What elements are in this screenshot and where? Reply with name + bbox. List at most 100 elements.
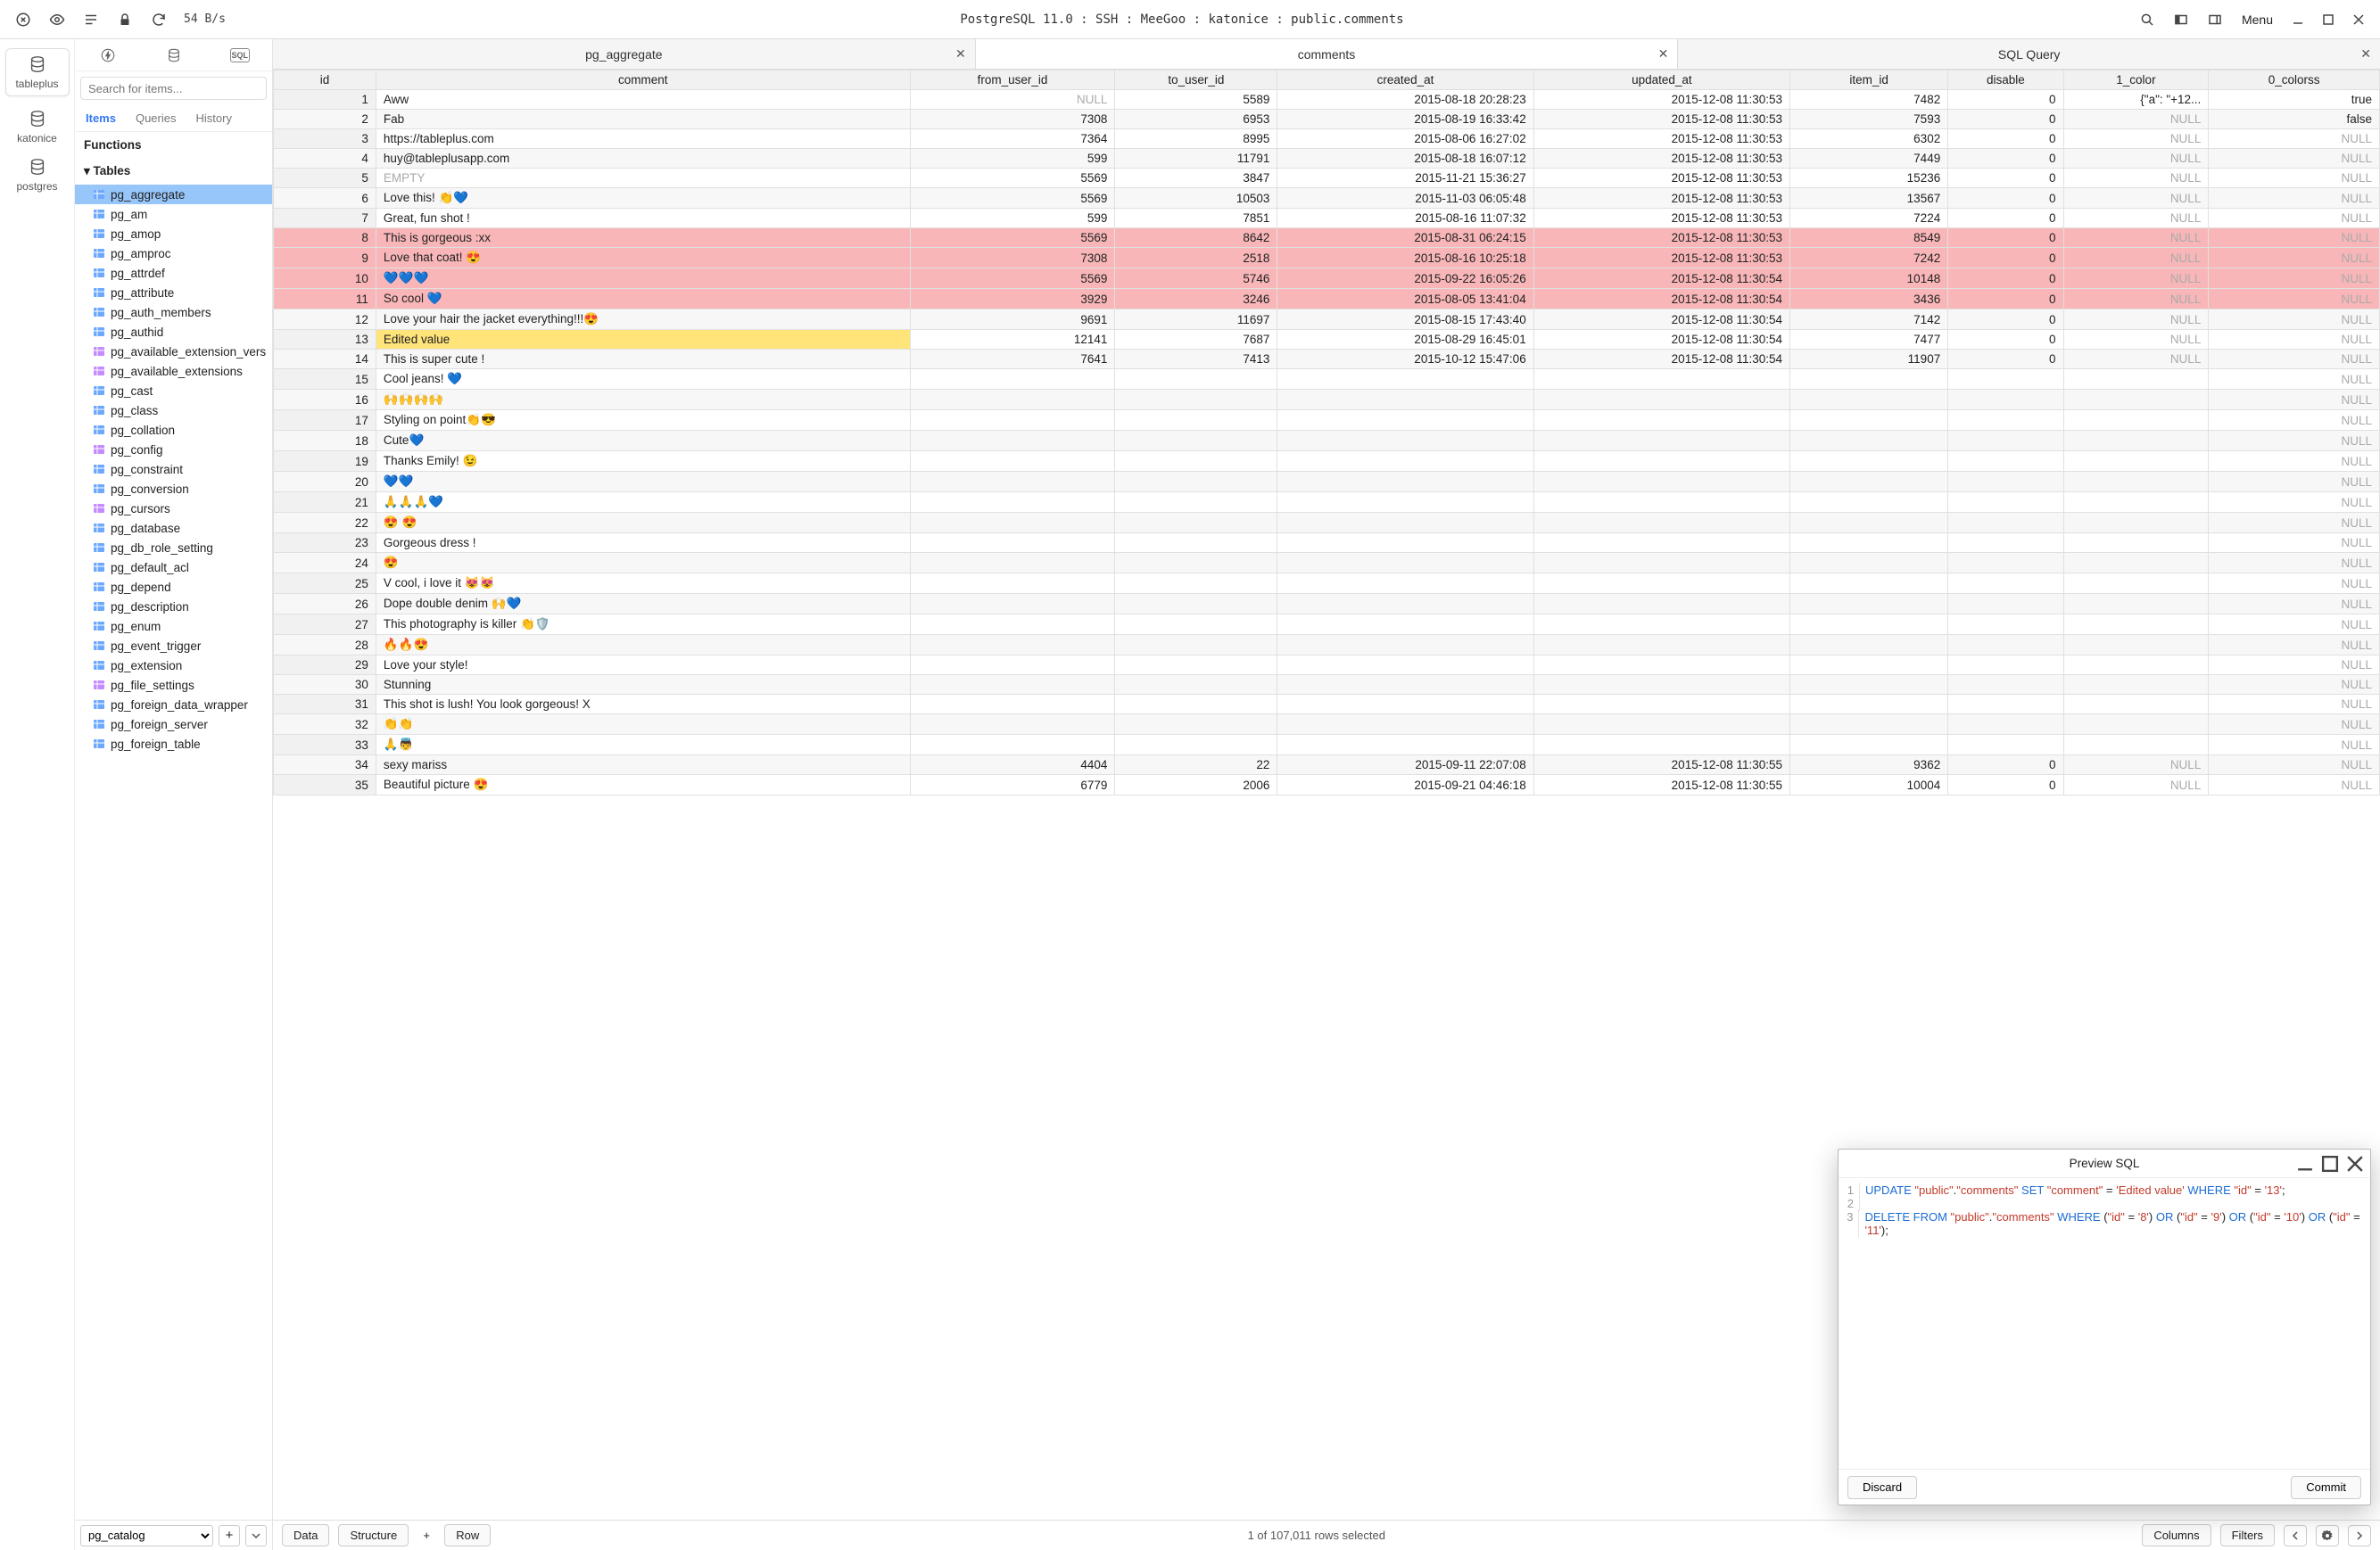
table-item[interactable]: pg_db_role_setting [75,538,272,557]
refresh-icon[interactable] [145,6,173,33]
tab[interactable]: pg_aggregate✕ [273,39,976,69]
structure-button[interactable]: Structure [338,1524,409,1546]
discard-button[interactable]: Discard [1847,1476,1917,1499]
table-row[interactable]: 25V cool, i love it 😻😻NULL [274,573,2380,594]
column-header[interactable]: from_user_id [910,70,1115,90]
prev-page-icon[interactable] [2284,1525,2307,1546]
schema-select[interactable]: pg_catalog [80,1525,213,1546]
table-item[interactable]: pg_foreign_data_wrapper [75,695,272,714]
table-item[interactable]: pg_available_extensions [75,361,272,381]
search-input[interactable] [80,77,267,100]
table-row[interactable]: 15Cool jeans! 💙NULL [274,369,2380,390]
list-icon[interactable] [77,6,105,33]
preview-sql-body[interactable]: 1UPDATE "public"."comments" SET "comment… [1839,1178,2370,1469]
add-row-icon[interactable]: + [417,1529,435,1542]
table-row[interactable]: 27This photography is killer 👏🛡️NULL [274,614,2380,635]
panel-close-icon[interactable] [2345,1154,2365,1174]
table-item[interactable]: pg_collation [75,420,272,440]
table-item[interactable]: pg_conversion [75,479,272,499]
rail-connection[interactable]: tableplus [5,48,70,96]
table-row[interactable]: 24😍NULL [274,553,2380,573]
column-header[interactable]: id [274,70,376,90]
table-row[interactable]: 4huy@tableplusapp.com599117912015-08-18 … [274,149,2380,169]
table-item[interactable]: pg_attribute [75,283,272,302]
table-item[interactable]: pg_attrdef [75,263,272,283]
tables-header[interactable]: ▾ Tables [75,158,272,185]
table-row[interactable]: 12Love your hair the jacket everything!!… [274,309,2380,330]
commit-button[interactable]: Commit [2291,1476,2361,1499]
menu-button[interactable]: Menu [2235,12,2280,27]
tab[interactable]: SQL Query✕ [1678,39,2380,69]
table-item[interactable]: pg_cursors [75,499,272,518]
column-header[interactable]: item_id [1790,70,1948,90]
table-item[interactable]: pg_authid [75,322,272,342]
table-item[interactable]: pg_config [75,440,272,459]
layout-right-icon[interactable] [2201,6,2229,33]
table-item[interactable]: pg_foreign_table [75,734,272,754]
filters-button[interactable]: Filters [2220,1524,2275,1546]
table-row[interactable]: 20💙💙NULL [274,472,2380,492]
table-row[interactable]: 1AwwNULL55892015-08-18 20:28:232015-12-0… [274,90,2380,110]
panel-maximize-icon[interactable] [2320,1154,2340,1174]
table-item[interactable]: pg_description [75,597,272,616]
table-item[interactable]: pg_extension [75,655,272,675]
table-item[interactable]: pg_file_settings [75,675,272,695]
tab[interactable]: comments✕ [976,39,1679,69]
table-row[interactable]: 6Love this! 👏💙5569105032015-11-03 06:05:… [274,188,2380,209]
sidebar-tab-history[interactable]: History [191,108,237,128]
table-row[interactable]: 30StunningNULL [274,675,2380,695]
table-row[interactable]: 10💙💙💙556957462015-09-22 16:05:262015-12-… [274,268,2380,289]
row-button[interactable]: Row [444,1524,491,1546]
table-item[interactable]: pg_cast [75,381,272,400]
table-row[interactable]: 32👏👏NULL [274,714,2380,735]
table-item[interactable]: pg_constraint [75,459,272,479]
rail-connection[interactable]: katonice [5,109,70,144]
column-header[interactable]: 0_colorss [2209,70,2380,90]
table-row[interactable]: 26Dope double denim 🙌💙NULL [274,594,2380,614]
table-row[interactable]: 7Great, fun shot !59978512015-08-16 11:0… [274,209,2380,228]
add-button[interactable]: + [219,1525,240,1546]
table-row[interactable]: 28🔥🔥😍NULL [274,635,2380,655]
window-maximize-icon[interactable] [2316,7,2341,32]
table-item[interactable]: pg_default_acl [75,557,272,577]
database-icon[interactable] [163,45,185,66]
table-item[interactable]: pg_event_trigger [75,636,272,655]
column-header[interactable]: updated_at [1533,70,1789,90]
rail-connection[interactable]: postgres [5,157,70,193]
column-header[interactable]: to_user_id [1115,70,1277,90]
window-close-icon[interactable] [2346,7,2371,32]
tab-close-icon[interactable]: ✕ [1658,46,1669,62]
layout-left-icon[interactable] [2167,6,2195,33]
table-item[interactable]: pg_foreign_server [75,714,272,734]
data-button[interactable]: Data [282,1524,329,1546]
sidebar-tab-queries[interactable]: Queries [130,108,182,128]
table-item[interactable]: pg_amproc [75,243,272,263]
table-item[interactable]: pg_am [75,204,272,224]
table-row[interactable]: 19Thanks Emily! 😉NULL [274,451,2380,472]
tab-close-icon[interactable]: ✕ [955,46,966,62]
table-row[interactable]: 9Love that coat! 😍730825182015-08-16 10:… [274,248,2380,268]
table-item[interactable]: pg_class [75,400,272,420]
table-row[interactable]: 22😍 😍NULL [274,513,2380,533]
table-row[interactable]: 2Fab730869532015-08-19 16:33:422015-12-0… [274,110,2380,129]
table-row[interactable]: 18Cute💙NULL [274,431,2380,451]
functions-header[interactable]: Functions [75,132,272,158]
window-minimize-icon[interactable] [2285,7,2310,32]
next-page-icon[interactable] [2348,1525,2371,1546]
table-row[interactable]: 8This is gorgeous :xx556986422015-08-31 … [274,228,2380,248]
gear-icon[interactable] [2316,1525,2339,1546]
table-row[interactable]: 3https://tableplus.com736489952015-08-06… [274,129,2380,149]
table-row[interactable]: 34sexy mariss4404222015-09-11 22:07:0820… [274,755,2380,775]
table-row[interactable]: 11So cool 💙392932462015-08-05 13:41:0420… [274,289,2380,309]
tab-close-icon[interactable]: ✕ [2360,46,2371,62]
table-row[interactable]: 13Edited value1214176872015-08-29 16:45:… [274,330,2380,350]
table-item[interactable]: pg_aggregate [75,185,272,204]
panel-minimize-icon[interactable] [2295,1154,2315,1174]
table-row[interactable]: 33🙏👼NULL [274,735,2380,755]
table-row[interactable]: 23Gorgeous dress !NULL [274,533,2380,553]
sidebar-tab-items[interactable]: Items [80,108,121,128]
table-row[interactable]: 35Beautiful picture 😍677920062015-09-21 … [274,775,2380,796]
columns-button[interactable]: Columns [2142,1524,2211,1546]
lock-icon[interactable] [111,6,139,33]
sidebar-tree[interactable]: Functions ▾ Tables pg_aggregatepg_am pg_a… [75,132,272,1520]
